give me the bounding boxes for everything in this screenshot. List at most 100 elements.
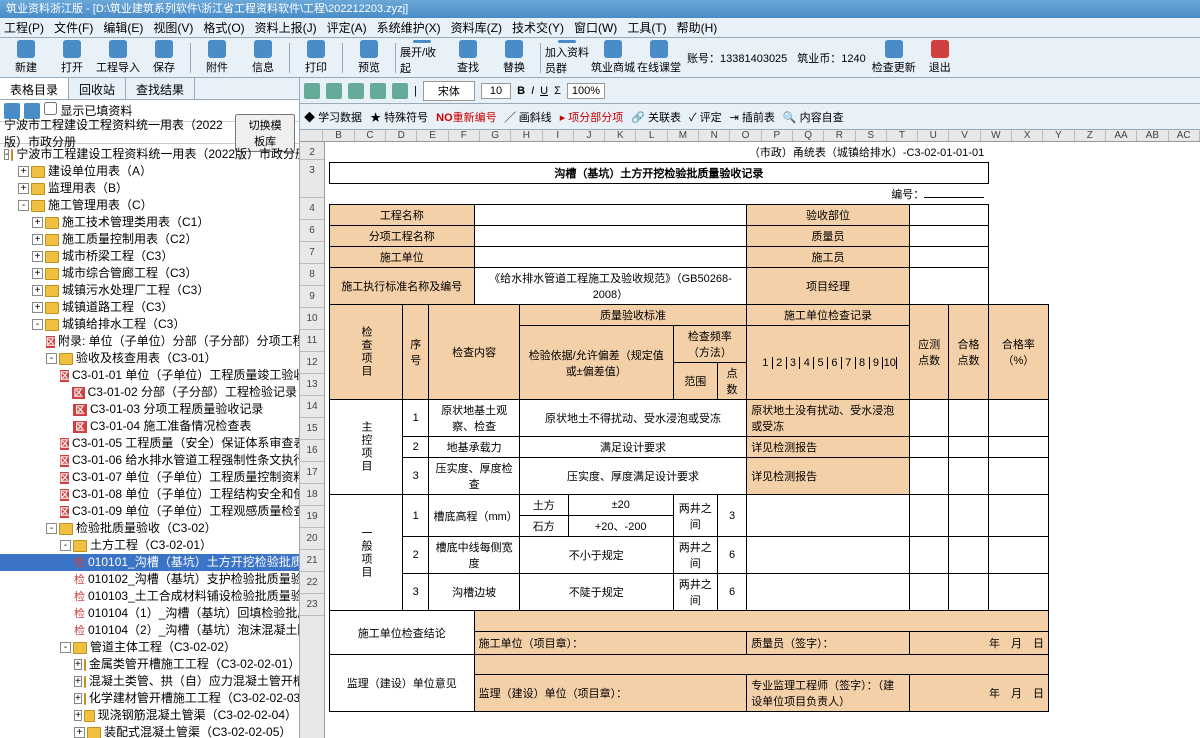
tree-node[interactable]: -城镇给排水工程（C3） — [0, 316, 299, 333]
tree-node[interactable]: +建设单位用表（A） — [0, 163, 299, 180]
col-header[interactable]: R — [824, 130, 855, 141]
row-header[interactable]: 8 — [300, 264, 324, 286]
paste-icon[interactable] — [392, 83, 408, 99]
col-header[interactable]: AC — [1169, 130, 1200, 141]
italic-icon[interactable]: I — [531, 85, 534, 97]
row-header[interactable]: 21 — [300, 550, 324, 572]
save-icon[interactable] — [304, 83, 320, 99]
toolbar-预览[interactable]: 预览 — [347, 40, 391, 76]
row-header[interactable]: 23 — [300, 594, 324, 616]
row-header[interactable]: 11 — [300, 330, 324, 352]
row-header[interactable] — [300, 616, 324, 738]
col-header[interactable]: U — [918, 130, 949, 141]
col-header[interactable]: S — [856, 130, 887, 141]
menu-item[interactable]: 窗口(W) — [574, 21, 617, 35]
menu-item[interactable]: 技术交(Y) — [512, 21, 564, 35]
check-update-button[interactable]: 检查更新 — [872, 40, 916, 76]
format-ribbon[interactable]: | 宋体 10 B I U Σ 100% — [300, 78, 1200, 104]
col-header[interactable]: AA — [1106, 130, 1137, 141]
tree-expander[interactable]: - — [60, 540, 71, 551]
tree-expander[interactable]: + — [32, 234, 43, 245]
exit-button[interactable]: 退出 — [918, 40, 962, 76]
tree-node[interactable]: +施工技术管理类用表（C1） — [0, 214, 299, 231]
bold-icon[interactable]: B — [517, 85, 525, 97]
col-header[interactable]: Y — [1043, 130, 1074, 141]
menu-item[interactable]: 系统维护(X) — [377, 21, 441, 35]
row-header[interactable]: 18 — [300, 484, 324, 506]
col-header[interactable]: K — [605, 130, 636, 141]
row-header[interactable]: 14 — [300, 396, 324, 418]
col-header[interactable]: W — [981, 130, 1012, 141]
tree-expander[interactable]: + — [32, 251, 43, 262]
tree-node[interactable]: 附录: 单位（子单位）分部（子分部）分项工程、检验批划 — [0, 333, 299, 350]
underline-icon[interactable]: U — [540, 85, 548, 97]
tree-node[interactable]: +化学建材管开槽施工工程（C3-02-02-03） — [0, 690, 299, 707]
toolbar-筑业商城[interactable]: 筑业商城 — [591, 40, 635, 76]
menu-item[interactable]: 评定(A) — [327, 21, 367, 35]
row-header[interactable]: 12 — [300, 352, 324, 374]
tree-node[interactable]: +装配式混凝土管渠（C3-02-02-05） — [0, 724, 299, 738]
toolbar-工程导入[interactable]: 工程导入 — [96, 40, 140, 76]
toolbar-新建[interactable]: 新建 — [4, 40, 48, 76]
menu-item[interactable]: 视图(V) — [153, 21, 193, 35]
toolbar-打开[interactable]: 打开 — [50, 40, 94, 76]
content-check-btn[interactable]: 🔍 内容自查 — [783, 109, 844, 125]
subitem-btn[interactable]: ▸ 项分部分项 — [560, 109, 624, 125]
copy-icon[interactable] — [370, 83, 386, 99]
col-header[interactable]: M — [668, 130, 699, 141]
toolbar-查找[interactable]: 查找 — [446, 40, 490, 76]
col-header[interactable]: D — [386, 130, 417, 141]
tree-node[interactable]: +城镇道路工程（C3） — [0, 299, 299, 316]
toolbar-附件[interactable]: 附件 — [195, 40, 239, 76]
tree-node[interactable]: C3-01-05 工程质量（安全）保证体系审查表 — [0, 435, 299, 452]
insert-before-btn[interactable]: ⇥ 插前表 — [730, 109, 775, 125]
form-table[interactable]: （市政）甬统表（城镇给排水）-C3-02-01-01-01沟槽（基坑）土方开挖检… — [329, 142, 1049, 712]
draw-line-btn[interactable]: ╱ 画斜线 — [505, 109, 552, 125]
row-header[interactable]: 4 — [300, 198, 324, 220]
tree-node[interactable]: -土方工程（C3-02-01） — [0, 537, 299, 554]
row-header[interactable]: 20 — [300, 528, 324, 550]
row-header[interactable]: 9 — [300, 286, 324, 308]
tree-node[interactable]: C3-01-07 单位（子单位）工程质量控制资料核查记录表 — [0, 469, 299, 486]
col-header[interactable]: Q — [793, 130, 824, 141]
row-header[interactable]: 10 — [300, 308, 324, 330]
tree-node[interactable]: 010104（2）_沟槽（基坑）泡沫混凝土回填检验批质 — [0, 622, 299, 639]
menu-item[interactable]: 文件(F) — [54, 21, 93, 35]
tree-node[interactable]: +城市综合管廊工程（C3） — [0, 265, 299, 282]
tree-node[interactable]: +施工质量控制用表（C2） — [0, 231, 299, 248]
tree-node[interactable]: 010102_沟槽（基坑）支护检验批质量验收记录 — [0, 571, 299, 588]
tree-node[interactable]: C3-01-03 分项工程质量验收记录 — [0, 401, 299, 418]
menu-item[interactable]: 工程(P) — [4, 21, 44, 35]
tree-node[interactable]: 010101_沟槽（基坑）土方开挖检验批质量验收记录 — [0, 554, 299, 571]
col-header[interactable]: V — [949, 130, 980, 141]
col-header[interactable]: O — [730, 130, 761, 141]
tree-node[interactable]: C3-01-04 施工准备情况检查表 — [0, 418, 299, 435]
toolbar-保存[interactable]: 保存 — [142, 40, 186, 76]
special-char-btn[interactable]: ★ 特殊符号 — [370, 109, 428, 125]
tree-expander[interactable]: + — [32, 217, 43, 228]
tree-node[interactable]: C3-01-08 单位（子单位）工程结构安全和使用功能检验 — [0, 486, 299, 503]
tree-node[interactable]: -宁波市工程建设工程资料统一用表（2022版）市政分册 — [0, 146, 299, 163]
toolbar-展开/收起[interactable]: 展开/收起 — [400, 40, 444, 76]
col-header[interactable]: P — [762, 130, 793, 141]
study-data-btn[interactable]: ◆ 学习数据 — [304, 109, 362, 125]
col-header[interactable]: F — [449, 130, 480, 141]
font-select[interactable]: 宋体 — [423, 81, 475, 101]
tree-expander[interactable]: - — [32, 319, 43, 330]
row-header[interactable]: 6 — [300, 220, 324, 242]
tree-expander[interactable]: + — [74, 676, 82, 687]
row-header[interactable]: 16 — [300, 440, 324, 462]
tree-node[interactable]: C3-01-01 单位（子单位）工程质量竣工验收记录 — [0, 367, 299, 384]
col-header[interactable]: E — [417, 130, 448, 141]
spreadsheet[interactable]: BCDEFGHIJKLMNOPQRSTUVWXYZAAABAC 23467891… — [300, 130, 1200, 738]
tree-node[interactable]: +现浇钢筋混凝土管渠（C3-02-02-04） — [0, 707, 299, 724]
col-header[interactable]: AB — [1137, 130, 1168, 141]
tree-expander[interactable]: - — [46, 353, 57, 364]
menu-item[interactable]: 资料库(Z) — [451, 21, 502, 35]
left-tab[interactable]: 查找结果 — [126, 78, 195, 99]
row-header[interactable]: 13 — [300, 374, 324, 396]
tree-expander[interactable]: + — [18, 166, 29, 177]
tree-expander[interactable]: - — [18, 200, 29, 211]
print-icon[interactable] — [326, 83, 342, 99]
document-tree[interactable]: -宁波市工程建设工程资料统一用表（2022版）市政分册+建设单位用表（A）+监理… — [0, 144, 299, 738]
